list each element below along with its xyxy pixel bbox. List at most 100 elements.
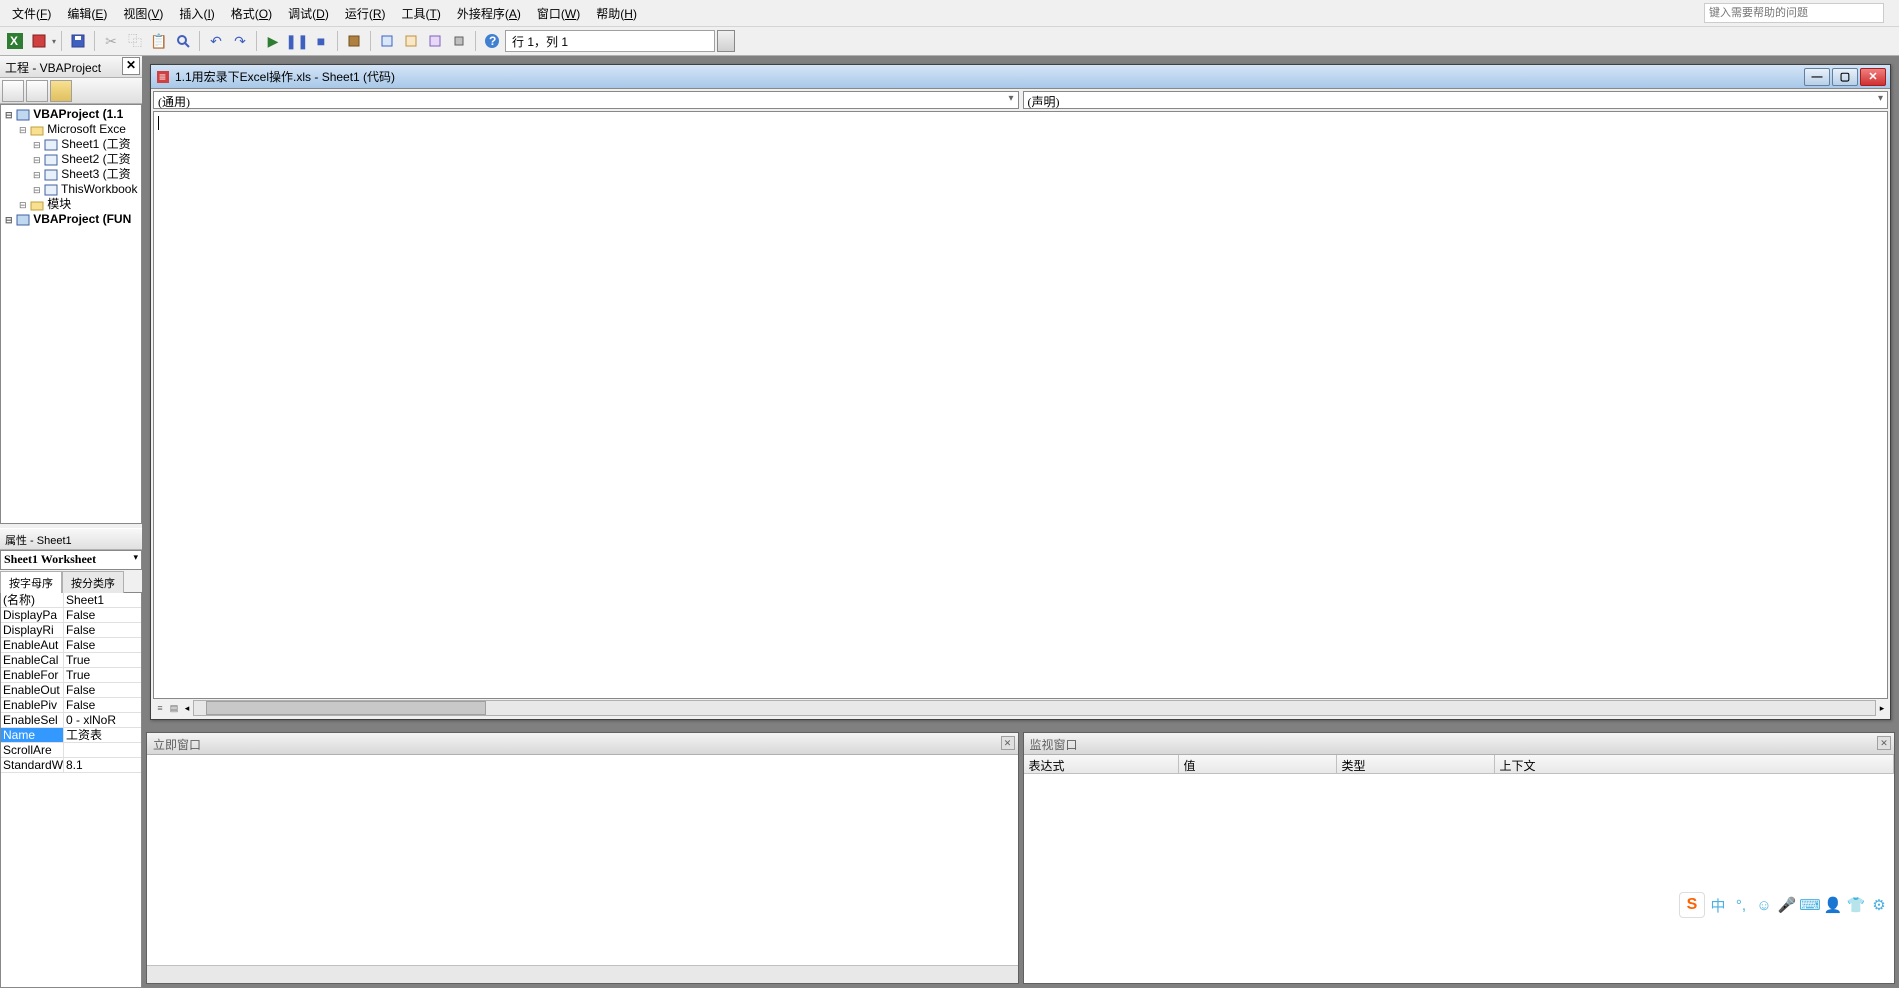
property-row[interactable]: EnableSel0 - xlNoR [1,713,141,728]
code-window: ≡ 1.1用宏录下Excel操作.xls - Sheet1 (代码) — ▢ ✕… [150,64,1891,720]
project-tree[interactable]: ⊟ VBAProject (1.1⊟ Microsoft Exce⊟ Sheet… [0,104,142,524]
redo-icon[interactable]: ↷ [229,30,251,52]
find-icon[interactable] [172,30,194,52]
menu-insert[interactable]: 插入(I) [171,1,222,26]
watch-header[interactable]: 表达式 值 类型 上下文 [1024,755,1895,774]
watch-title: 监视窗口 ✕ [1024,733,1895,755]
menu-format[interactable]: 格式(O) [223,1,280,26]
tree-node[interactable]: ⊟ ThisWorkbook [1,182,141,197]
menu-debug[interactable]: 调试(D) [280,1,337,26]
position-dropdown[interactable] [717,30,735,52]
menu-file[interactable]: 文件(F) [4,1,59,26]
tree-node[interactable]: ⊟ Microsoft Exce [1,122,141,137]
tree-node[interactable]: ⊟ VBAProject (1.1 [1,107,141,122]
property-row[interactable]: EnableForTrue [1,668,141,683]
excel-icon[interactable]: X [4,30,26,52]
watch-close[interactable]: ✕ [1877,736,1891,750]
full-module-view-icon[interactable]: ▤ [167,703,181,714]
project-explorer-title: 工程 - VBAProject ✕ [0,56,142,78]
menu-edit[interactable]: 编辑(E) [59,1,115,26]
right-panel: ≡ 1.1用宏录下Excel操作.xls - Sheet1 (代码) — ▢ ✕… [142,56,1899,988]
property-row[interactable]: EnableOutFalse [1,683,141,698]
menu-tools[interactable]: 工具(T) [394,1,449,26]
ime-skin-icon[interactable]: 👕 [1846,895,1866,915]
tree-node[interactable]: ⊟ Sheet3 (工资 [1,167,141,182]
property-row[interactable]: (名称)Sheet1 [1,593,141,608]
immediate-content[interactable] [147,755,1018,965]
immediate-close[interactable]: ✕ [1001,736,1015,750]
maximize-button[interactable]: ▢ [1832,68,1858,86]
ime-lang-icon[interactable]: 中 [1708,895,1728,915]
view-object-icon[interactable] [26,80,48,102]
code-window-icon: ≡ [155,69,171,85]
help-icon[interactable]: ? [481,30,503,52]
minimize-button[interactable]: — [1804,68,1830,86]
hscroll-right[interactable]: ▸ [1876,703,1888,714]
procedure-combo[interactable]: (声明) [1023,91,1889,109]
close-button[interactable]: ✕ [1860,68,1886,86]
properties-grid[interactable]: (名称)Sheet1DisplayPaFalseDisplayRiFalseEn… [0,592,142,988]
tree-node[interactable]: ⊟ Sheet1 (工资 [1,137,141,152]
properties-object-combo[interactable]: Sheet1 Worksheet [0,550,142,570]
help-search-input[interactable] [1704,3,1884,23]
property-row[interactable]: EnableAutFalse [1,638,141,653]
cut-icon[interactable]: ✂ [100,30,122,52]
design-mode-icon[interactable] [343,30,365,52]
property-row[interactable]: EnablePivFalse [1,698,141,713]
left-panel: 工程 - VBAProject ✕ ⊟ VBAProject (1.1⊟ Mic… [0,56,142,988]
tab-alphabetic[interactable]: 按字母序 [0,571,62,593]
menu-addins[interactable]: 外接程序(A) [449,1,529,26]
tree-node[interactable]: ⊟ Sheet2 (工资 [1,152,141,167]
tree-node[interactable]: ⊟ 模块 [1,197,141,212]
toggle-folders-icon[interactable] [50,80,72,102]
ime-toolbar[interactable]: S 中 °, ☺ 🎤 ⌨ 👤 👕 ⚙ [1679,892,1889,918]
view-code-icon[interactable] [2,80,24,102]
object-browser-icon[interactable] [424,30,446,52]
property-row[interactable]: DisplayPaFalse [1,608,141,623]
ime-emoji-icon[interactable]: ☺ [1754,895,1774,915]
bottom-panels: 立即窗口 ✕ 监视窗口 ✕ 表达式 值 类型 上下文 [142,728,1899,988]
immediate-title: 立即窗口 ✕ [147,733,1018,755]
watch-content[interactable]: 表达式 值 类型 上下文 [1024,755,1895,983]
procedure-view-icon[interactable]: ≡ [153,703,167,713]
project-explorer-icon[interactable] [376,30,398,52]
tab-categorized[interactable]: 按分类序 [62,571,124,593]
menu-view[interactable]: 视图(V) [115,1,171,26]
property-row[interactable]: Name工资表 [1,728,141,743]
run-icon[interactable]: ▶ [262,30,284,52]
pause-icon[interactable]: ❚❚ [286,30,308,52]
ime-settings-icon[interactable]: ⚙ [1869,895,1889,915]
ime-punct-icon[interactable]: °, [1731,895,1751,915]
ime-voice-icon[interactable]: 🎤 [1777,895,1797,915]
stop-icon[interactable]: ■ [310,30,332,52]
toolbox-icon[interactable] [448,30,470,52]
project-close-button[interactable]: ✕ [122,57,140,75]
property-row[interactable]: StandardW8.1 [1,758,141,773]
copy-icon[interactable]: ⿻ [124,30,146,52]
menu-help[interactable]: 帮助(H) [588,1,645,26]
property-row[interactable]: DisplayRiFalse [1,623,141,638]
ime-logo-icon[interactable]: S [1679,892,1705,918]
hscroll-left[interactable]: ◂ [181,703,193,714]
watch-window: 监视窗口 ✕ 表达式 值 类型 上下文 [1023,732,1896,984]
undo-icon[interactable]: ↶ [205,30,227,52]
object-combo[interactable]: (通用) [153,91,1019,109]
code-titlebar[interactable]: ≡ 1.1用宏录下Excel操作.xls - Sheet1 (代码) — ▢ ✕ [151,65,1890,89]
save-icon[interactable] [67,30,89,52]
ime-keyboard-icon[interactable]: ⌨ [1800,895,1820,915]
code-window-title: 1.1用宏录下Excel操作.xls - Sheet1 (代码) [175,68,1802,85]
code-hscrollbar[interactable] [193,700,1876,716]
property-row[interactable]: ScrollAre [1,743,141,758]
menu-window[interactable]: 窗口(W) [529,1,588,26]
immediate-hscroll[interactable] [147,965,1018,983]
svg-text:≡: ≡ [159,70,166,84]
property-row[interactable]: EnableCalTrue [1,653,141,668]
paste-icon[interactable]: 📋 [148,30,170,52]
project-toolbar [0,78,142,104]
menu-run[interactable]: 运行(R) [337,1,394,26]
properties-icon[interactable] [400,30,422,52]
code-editor[interactable] [153,111,1888,699]
insert-module-icon[interactable] [28,30,50,52]
ime-user-icon[interactable]: 👤 [1823,895,1843,915]
tree-node[interactable]: ⊟ VBAProject (FUN [1,212,141,227]
